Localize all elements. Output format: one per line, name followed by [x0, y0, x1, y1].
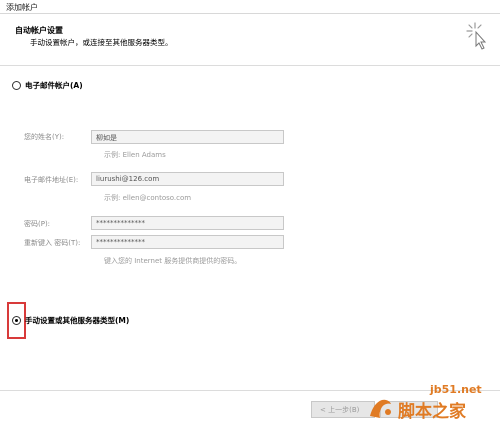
manual-setup-label: 手动设置或其他服务器类型(M) — [25, 316, 130, 325]
name-field[interactable]: 柳如是 — [91, 130, 284, 144]
email-account-radio[interactable] — [12, 81, 21, 90]
wizard-header: 自动帐户设置 手动设置帐户，或连接至其他服务器类型。 — [0, 14, 500, 66]
email-field[interactable]: liurushi@126.com — [91, 172, 284, 186]
password-field[interactable]: ************** — [91, 216, 284, 230]
password-hint: 键入您的 Internet 服务提供商提供的密码。 — [104, 257, 242, 265]
name-hint: 示例: Ellen Adams — [104, 151, 166, 159]
watermark-logo — [370, 399, 391, 418]
sparkle-cursor-icon — [466, 22, 487, 50]
password-confirm-label: 重新键入 密码(T): — [24, 239, 81, 247]
name-label: 您的姓名(Y): — [24, 133, 65, 141]
watermark-site: jb51.net — [430, 383, 482, 396]
header-title: 自动帐户设置 — [15, 26, 63, 35]
email-account-option[interactable]: 电子邮件帐户(A) — [12, 80, 83, 91]
manual-setup-option[interactable]: 手动设置或其他服务器类型(M) — [12, 315, 129, 326]
title-bar: 添加帐户 — [0, 0, 500, 14]
email-account-label: 电子邮件帐户(A) — [25, 81, 83, 90]
email-label: 电子邮件地址(E): — [24, 176, 79, 184]
window-title: 添加帐户 — [6, 3, 38, 12]
password-label: 密码(P): — [24, 220, 51, 228]
watermark-name: 脚本之家 — [398, 402, 466, 422]
manual-setup-radio[interactable] — [12, 316, 21, 325]
password-confirm-field[interactable]: ************** — [91, 235, 284, 249]
header-subtitle: 手动设置帐户，或连接至其他服务器类型。 — [30, 38, 173, 47]
email-hint: 示例: ellen@contoso.com — [104, 194, 192, 202]
